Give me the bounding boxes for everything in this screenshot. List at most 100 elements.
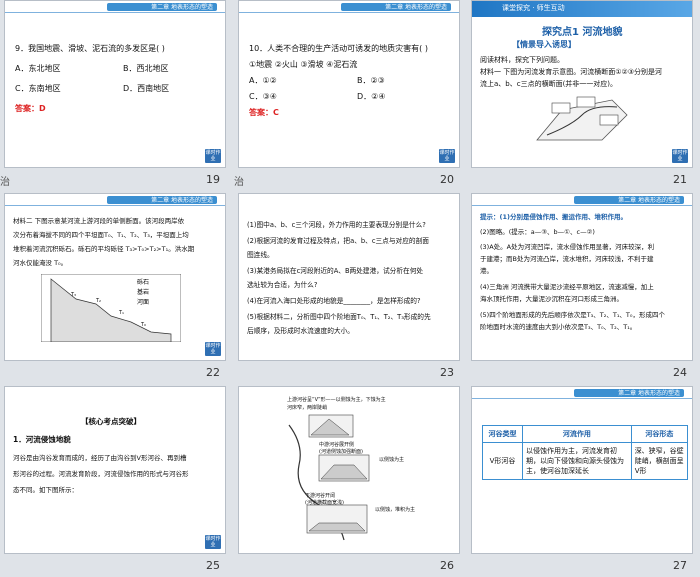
col-header: 河谷形态 bbox=[630, 425, 689, 443]
slide-sorter-grid: 第二章 地表形态的塑造 9．我国地震、滑坡、泥石流的多发区是( ) A．东北地区… bbox=[0, 0, 700, 577]
homework-button[interactable]: 课时作业 bbox=[672, 149, 688, 163]
slide-header: 第二章 地表形态的塑造 bbox=[5, 1, 225, 13]
para-4: 河水仅能淹没 T₀。 bbox=[13, 259, 68, 267]
slide-header: 第二章 地表形态的塑造 bbox=[472, 194, 692, 206]
slide-number: 23 bbox=[440, 366, 454, 379]
question-text: 9．我国地震、滑坡、泥石流的多发区是( ) bbox=[15, 44, 165, 53]
slide-number: 26 bbox=[440, 559, 454, 572]
option-c: C．③④ bbox=[249, 92, 277, 101]
answer: 答案：C bbox=[249, 107, 279, 118]
slide-thumb-24[interactable]: 第二章 地表形态的塑造 提示：(1)分别是侵蚀作用、搬运作用、堆积作用。 (2)… bbox=[467, 193, 700, 385]
table-header-row: 河谷类型 河流作用 河谷形态 bbox=[482, 425, 689, 443]
answer-label: 答案： bbox=[249, 108, 273, 117]
river-diagram bbox=[536, 96, 628, 141]
middle-note: 以侧蚀为主 bbox=[379, 457, 405, 463]
hint-4: 于建港；而B处为河流凸岸，流水堆积，河床较浅，不利于建 bbox=[480, 255, 654, 263]
homework-button[interactable]: 课时作业 bbox=[205, 149, 221, 163]
slide-title: 探究点1 河流地貌 bbox=[542, 27, 623, 38]
q3: (3)某港务局拟在c河段附近的A、B两处建港，试分析在何处 bbox=[247, 267, 424, 275]
answer-value: C bbox=[273, 108, 279, 117]
thumb-strip: 23 bbox=[234, 361, 464, 385]
slide-canvas: (1)图中a、b、c三个河段，外力作用的主要表现分别是什么? (2)根据河流的发… bbox=[238, 193, 460, 361]
col-header: 河谷类型 bbox=[482, 425, 523, 443]
legend-gravel: 砾石 bbox=[137, 279, 150, 286]
section-banner: 课堂探究 · 师生互动 bbox=[472, 1, 692, 17]
slide-number: 25 bbox=[206, 559, 220, 572]
question-text: 10．人类不合理的生产活动可诱发的地质灾害有( ) bbox=[249, 44, 428, 53]
middle-label: 中游河谷展开侧 bbox=[319, 442, 355, 448]
slide-thumb-19[interactable]: 第二章 地表形态的塑造 9．我国地震、滑坡、泥石流的多发区是( ) A．东北地区… bbox=[0, 0, 233, 192]
homework-button[interactable]: 课时作业 bbox=[205, 342, 221, 356]
option-a: A．①② bbox=[249, 76, 277, 85]
slide-header: 第二章 地表形态的塑造 bbox=[472, 387, 692, 399]
svg-text:T₀: T₀ bbox=[140, 322, 146, 328]
upper-sub: 河床窄，两岸陡峭 bbox=[287, 405, 328, 411]
strip-label: 治 bbox=[0, 177, 10, 188]
svg-text:T₁: T₁ bbox=[118, 310, 124, 316]
answer: 答案：D bbox=[15, 103, 46, 114]
para-3: 态不同。如下图所示： bbox=[13, 486, 78, 494]
col-header: 河流作用 bbox=[522, 425, 632, 443]
slide-thumb-21[interactable]: 课堂探究 · 师生互动 探究点1 河流地貌 【情景导入诱思】 阅读材料，探究下列… bbox=[467, 0, 700, 192]
q3b: 选址较为合适，为什么? bbox=[247, 281, 318, 289]
para-3: 堆积着河流沉积砾石。砾石的平均砾径 T₃>T₀>T₂>T₁。洪水期 bbox=[13, 245, 195, 253]
slide-thumb-26[interactable]: 上游河谷呈“V”形——以侧蚀为主，下蚀为主 河床窄，两岸陡峭 中游河谷展开侧 (… bbox=[234, 386, 467, 577]
slide-canvas: 第二章 地表形态的塑造 提示：(1)分别是侵蚀作用、搬运作用、堆积作用。 (2)… bbox=[471, 193, 693, 361]
slide-thumb-25[interactable]: 【核心考点突破】 1．河流侵蚀地貌 河谷是由沟谷发育而成的，经历了由沟谷到V形河… bbox=[0, 386, 233, 577]
hint-1-text: 提示：(1)分别是侵蚀作用、搬运作用、堆积作用。 bbox=[480, 213, 627, 221]
section-subtitle: 【情景导入诱思】 bbox=[512, 40, 576, 49]
slide-thumb-22[interactable]: 第二章 地表形态的塑造 材料二 下图示意某河流上游河段的单侧断面。该河段两岸依 … bbox=[0, 193, 233, 385]
thumb-strip: 25 bbox=[0, 554, 230, 577]
slide-canvas: 第二章 地表形态的塑造 材料二 下图示意某河流上游河段的单侧断面。该河段两岸依 … bbox=[4, 193, 226, 361]
legend-water: 河面 bbox=[137, 299, 150, 306]
hint-5: 港。 bbox=[480, 267, 493, 275]
header-line bbox=[5, 12, 225, 13]
q5b: 后顺序，及形成时水流速度的大小。 bbox=[247, 327, 354, 335]
header-text: 第二章 地表形态的塑造 bbox=[151, 197, 213, 204]
lower-label: 下游河谷开阔 bbox=[305, 493, 336, 499]
slide-thumb-20[interactable]: 第二章 地表形态的塑造 10．人类不合理的生产活动可诱发的地质灾害有( ) ①地… bbox=[234, 0, 467, 192]
terrace-diagram: T₃ T₂ T₁ T₀ bbox=[41, 274, 181, 342]
header-line bbox=[472, 398, 692, 399]
thumb-strip: 21 bbox=[467, 168, 697, 192]
table-row: V形河谷 以侵蚀作用为主，河流发育初期，以向下侵蚀和向源头侵蚀为主，使河谷加深延… bbox=[482, 442, 689, 480]
hint-9: 阶地面时水流的速度由大到小依次是T₃、T₀、T₂、T₁。 bbox=[480, 323, 637, 331]
header-text: 第二章 地表形态的塑造 bbox=[385, 4, 447, 11]
strip-label: 治 bbox=[234, 177, 244, 188]
para-2: 形河谷的过程。河流发育阶段，河流侵蚀作用的形式与河谷形 bbox=[13, 470, 189, 478]
cell-shape: 深、狭窄，谷壁陡峭，横剖面呈V形 bbox=[630, 442, 689, 480]
header-text: 第二章 地表形态的塑造 bbox=[151, 4, 213, 11]
option-d: D．西南地区 bbox=[123, 84, 170, 93]
valley-diagram bbox=[288, 414, 370, 541]
svg-text:T₃: T₃ bbox=[70, 292, 76, 298]
homework-button[interactable]: 课时作业 bbox=[205, 535, 221, 549]
slide-canvas: 上游河谷呈“V”形——以侧蚀为主，下蚀为主 河床窄，两岸陡峭 中游河谷展开侧 (… bbox=[238, 386, 460, 554]
thumb-strip: 治 20 bbox=[234, 168, 464, 192]
thumb-strip: 24 bbox=[467, 361, 697, 385]
q1: (1)图中a、b、c三个河段，外力作用的主要表现分别是什么? bbox=[247, 221, 426, 229]
upper-label: 上游河谷呈“V”形——以侧蚀为主，下蚀为主 bbox=[287, 397, 386, 403]
slide-thumb-23[interactable]: (1)图中a、b、c三个河段，外力作用的主要表现分别是什么? (2)根据河流的发… bbox=[234, 193, 467, 385]
slide-number: 27 bbox=[673, 559, 687, 572]
para-3: 流上a、b、c三点的横断面(并非一一对应)。 bbox=[480, 80, 618, 88]
middle-sub: (河道侧蚀加强断面) bbox=[319, 449, 363, 455]
hint-1: 提示：(1)分别是侵蚀作用、搬运作用、堆积作用。 bbox=[480, 210, 627, 224]
homework-button[interactable]: 课时作业 bbox=[439, 149, 455, 163]
header-line bbox=[239, 12, 459, 13]
banner-text: 课堂探究 · 师生互动 bbox=[502, 4, 565, 12]
option-c: C．东南地区 bbox=[15, 84, 61, 93]
slide-canvas: 【核心考点突破】 1．河流侵蚀地貌 河谷是由沟谷发育而成的，经历了由沟谷到V形河… bbox=[4, 386, 226, 554]
option-a: A．东北地区 bbox=[15, 64, 61, 73]
cell-type: V形河谷 bbox=[482, 442, 523, 480]
slide-canvas: 第二章 地表形态的塑造 10．人类不合理的生产活动可诱发的地质灾害有( ) ①地… bbox=[238, 0, 460, 168]
header-line bbox=[472, 205, 692, 206]
slide-canvas: 第二章 地表形态的塑造 河谷类型 河流作用 河谷形态 V形河谷 以侵蚀作用为主，… bbox=[471, 386, 693, 554]
slide-header: 第二章 地表形态的塑造 bbox=[5, 194, 225, 206]
diagram-legend: 砾石 基岩 河面 bbox=[137, 278, 149, 308]
hint-2: (2)图略。(提示：a—③、b—①、c—②) bbox=[480, 228, 595, 236]
slide-canvas: 第二章 地表形态的塑造 9．我国地震、滑坡、泥石流的多发区是( ) A．东北地区… bbox=[4, 0, 226, 168]
q2: (2)根据河流的发育过程及特点，把a、b、c三点与对应的剖面 bbox=[247, 237, 429, 245]
option-b: B．西北地区 bbox=[123, 64, 169, 73]
slide-thumb-27[interactable]: 第二章 地表形态的塑造 河谷类型 河流作用 河谷形态 V形河谷 以侵蚀作用为主，… bbox=[467, 386, 700, 577]
thumb-strip: 22 bbox=[0, 361, 230, 385]
